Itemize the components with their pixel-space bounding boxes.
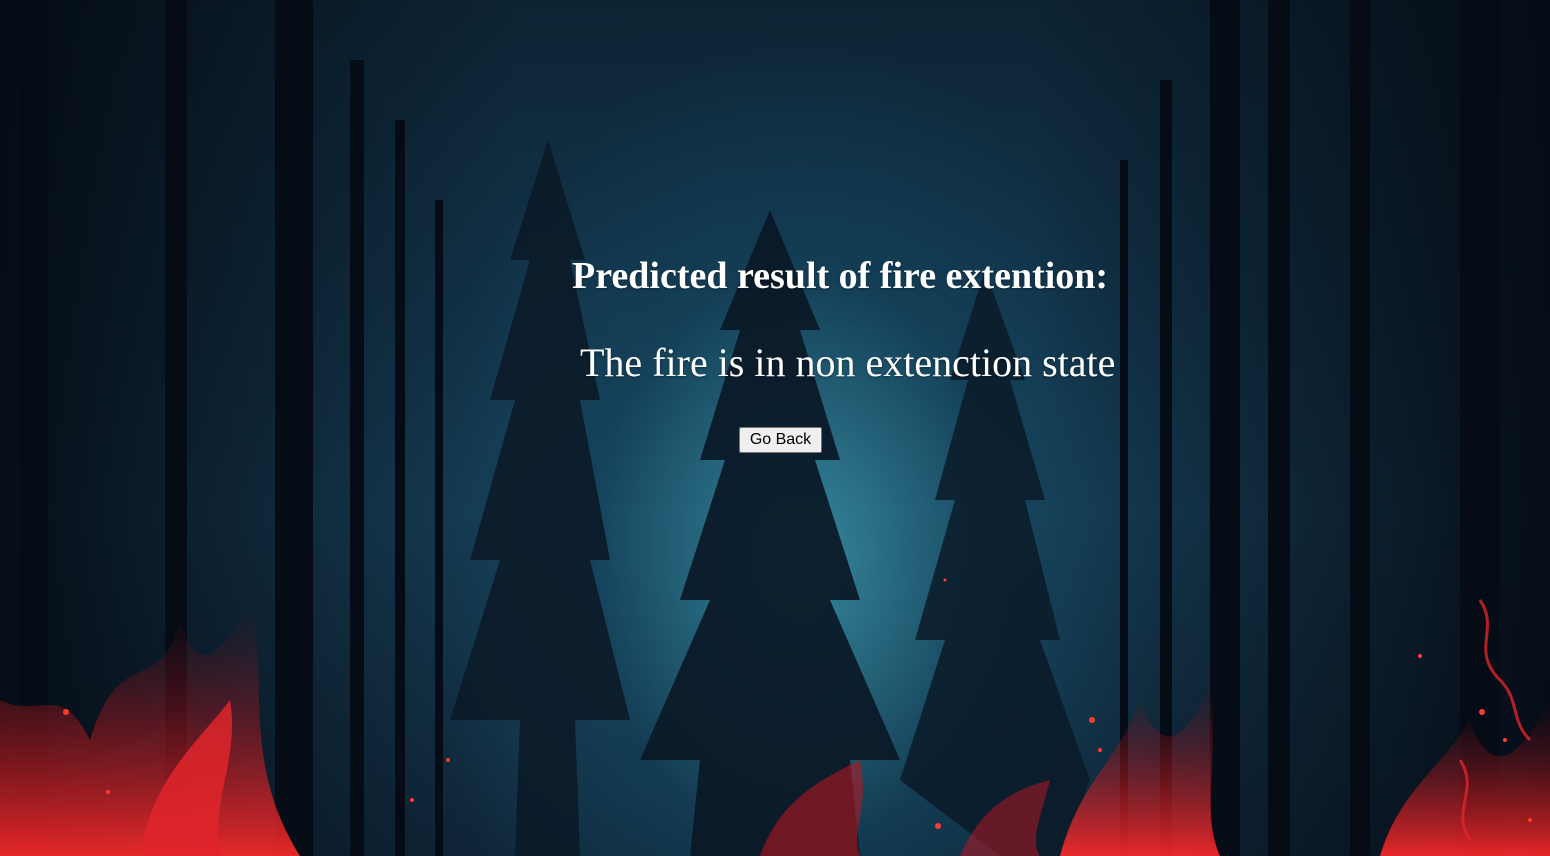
page-title: Predicted result of fire extention: (572, 255, 1109, 297)
go-back-button[interactable]: Go Back (739, 427, 822, 453)
result-page: Predicted result of fire extention: The … (0, 0, 1550, 856)
prediction-result: The fire is in non extenction state (580, 340, 1116, 385)
